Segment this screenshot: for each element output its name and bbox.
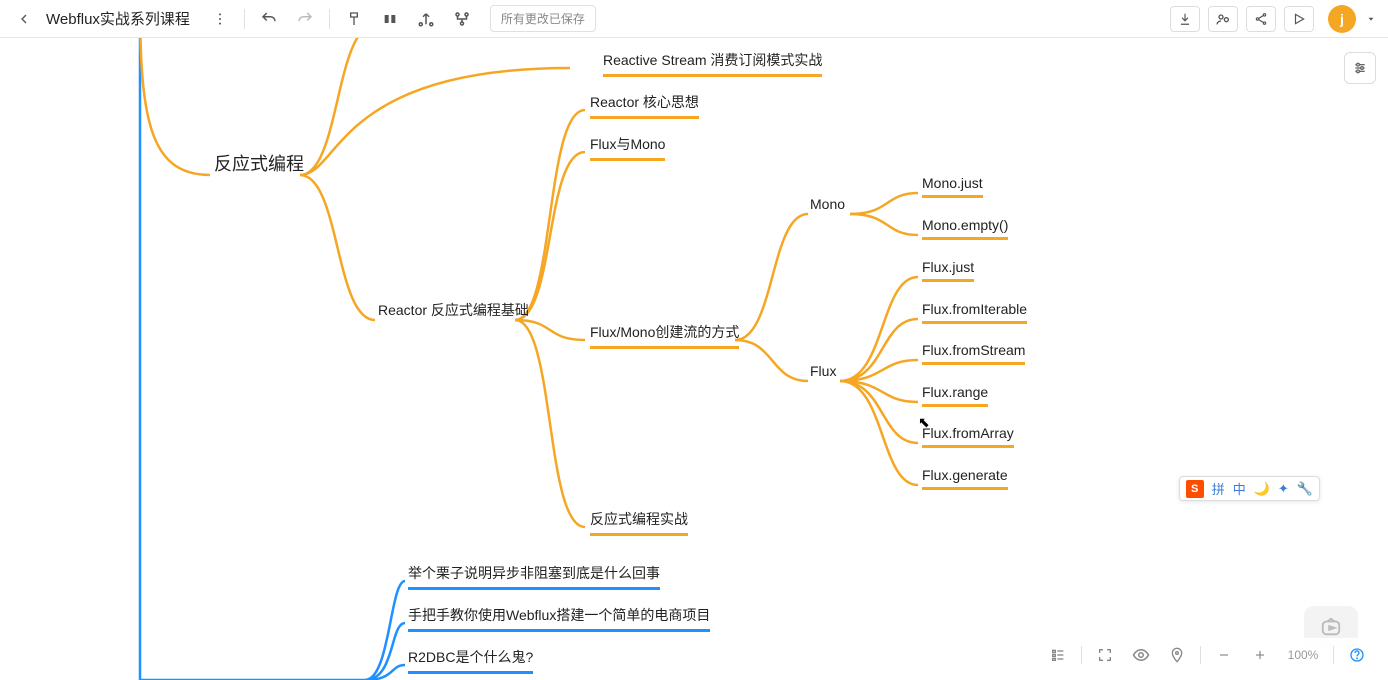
node-webflux-shop[interactable]: 手把手教你使用Webflux搭建一个简单的电商项目	[408, 605, 710, 632]
node-flux-generate[interactable]: Flux.generate	[922, 467, 1008, 490]
ime-moon-icon[interactable]: 🌙	[1254, 481, 1270, 497]
download-button[interactable]	[1170, 6, 1200, 32]
back-button[interactable]	[10, 5, 38, 33]
mindmap-canvas[interactable]: Reactive Stream 反应式流 Reactive Stream核心思想…	[0, 0, 1388, 680]
node-mono-just[interactable]: Mono.just	[922, 175, 983, 198]
zoom-level[interactable]: 100%	[1283, 648, 1323, 662]
ime-toolbar[interactable]: S 拼 中 🌙 ✦ 🔧	[1179, 476, 1320, 501]
separator	[1333, 646, 1334, 664]
focus-button[interactable]	[1128, 642, 1154, 668]
node-flux-mono-create[interactable]: Flux/Mono创建流的方式	[590, 322, 739, 349]
node-reactive-practice[interactable]: 反应式编程实战	[590, 509, 688, 536]
panel-toggle-button[interactable]	[1344, 52, 1376, 84]
format-painter-button[interactable]	[340, 5, 368, 33]
separator	[329, 9, 330, 29]
style-button[interactable]	[376, 5, 404, 33]
ime-sparkle-icon[interactable]: ✦	[1278, 481, 1289, 497]
ime-zhong[interactable]: 中	[1233, 479, 1246, 498]
node-flux-mono[interactable]: Flux与Mono	[590, 134, 665, 161]
zoom-out-button[interactable]	[1211, 642, 1237, 668]
node-flux[interactable]: Flux	[810, 363, 836, 383]
node-mono-empty[interactable]: Mono.empty()	[922, 217, 1008, 240]
avatar-menu-chevron[interactable]	[1364, 5, 1378, 33]
node-reactive-programming[interactable]: 反应式编程	[214, 150, 304, 180]
insert-button[interactable]	[412, 5, 440, 33]
node-flux-from-stream[interactable]: Flux.fromStream	[922, 342, 1025, 365]
help-button[interactable]	[1344, 642, 1370, 668]
bottom-toolbar: 100%	[1037, 638, 1378, 672]
collaborate-button[interactable]	[1208, 6, 1238, 32]
doc-title: Webflux实战系列课程	[46, 8, 190, 29]
node-rs-consume[interactable]: Reactive Stream 消费订阅模式实战	[603, 50, 822, 77]
separator	[244, 9, 245, 29]
top-toolbar: Webflux实战系列课程 所有更改已保存 j	[0, 0, 1388, 38]
save-status: 所有更改已保存	[490, 5, 596, 32]
present-button[interactable]	[1284, 6, 1314, 32]
node-flux-range[interactable]: Flux.range	[922, 384, 988, 407]
node-flux-from-array[interactable]: Flux.fromArray	[922, 425, 1014, 448]
node-mono[interactable]: Mono	[810, 196, 845, 216]
separator	[1200, 646, 1201, 664]
ime-pinyin[interactable]: 拼	[1212, 479, 1225, 498]
zoom-in-button[interactable]	[1247, 642, 1273, 668]
ime-logo-icon: S	[1186, 480, 1204, 498]
node-r2dbc[interactable]: R2DBC是个什么鬼?	[408, 647, 533, 674]
separator	[1081, 646, 1082, 664]
fit-button[interactable]	[1092, 642, 1118, 668]
node-reactor-core[interactable]: Reactor 核心思想	[590, 92, 699, 119]
undo-button[interactable]	[255, 5, 283, 33]
redo-button[interactable]	[291, 5, 319, 33]
more-menu-button[interactable]	[206, 5, 234, 33]
node-async-example[interactable]: 举个栗子说明异步非阻塞到底是什么回事	[408, 563, 660, 590]
avatar[interactable]: j	[1328, 5, 1356, 33]
relation-button[interactable]	[448, 5, 476, 33]
node-reactor-base[interactable]: Reactor 反应式编程基础	[378, 300, 529, 324]
ime-settings-icon[interactable]: 🔧	[1297, 481, 1313, 497]
share-button[interactable]	[1246, 6, 1276, 32]
locate-button[interactable]	[1164, 642, 1190, 668]
node-flux-from-iterable[interactable]: Flux.fromIterable	[922, 301, 1027, 324]
outline-button[interactable]	[1045, 642, 1071, 668]
node-flux-just[interactable]: Flux.just	[922, 259, 974, 282]
